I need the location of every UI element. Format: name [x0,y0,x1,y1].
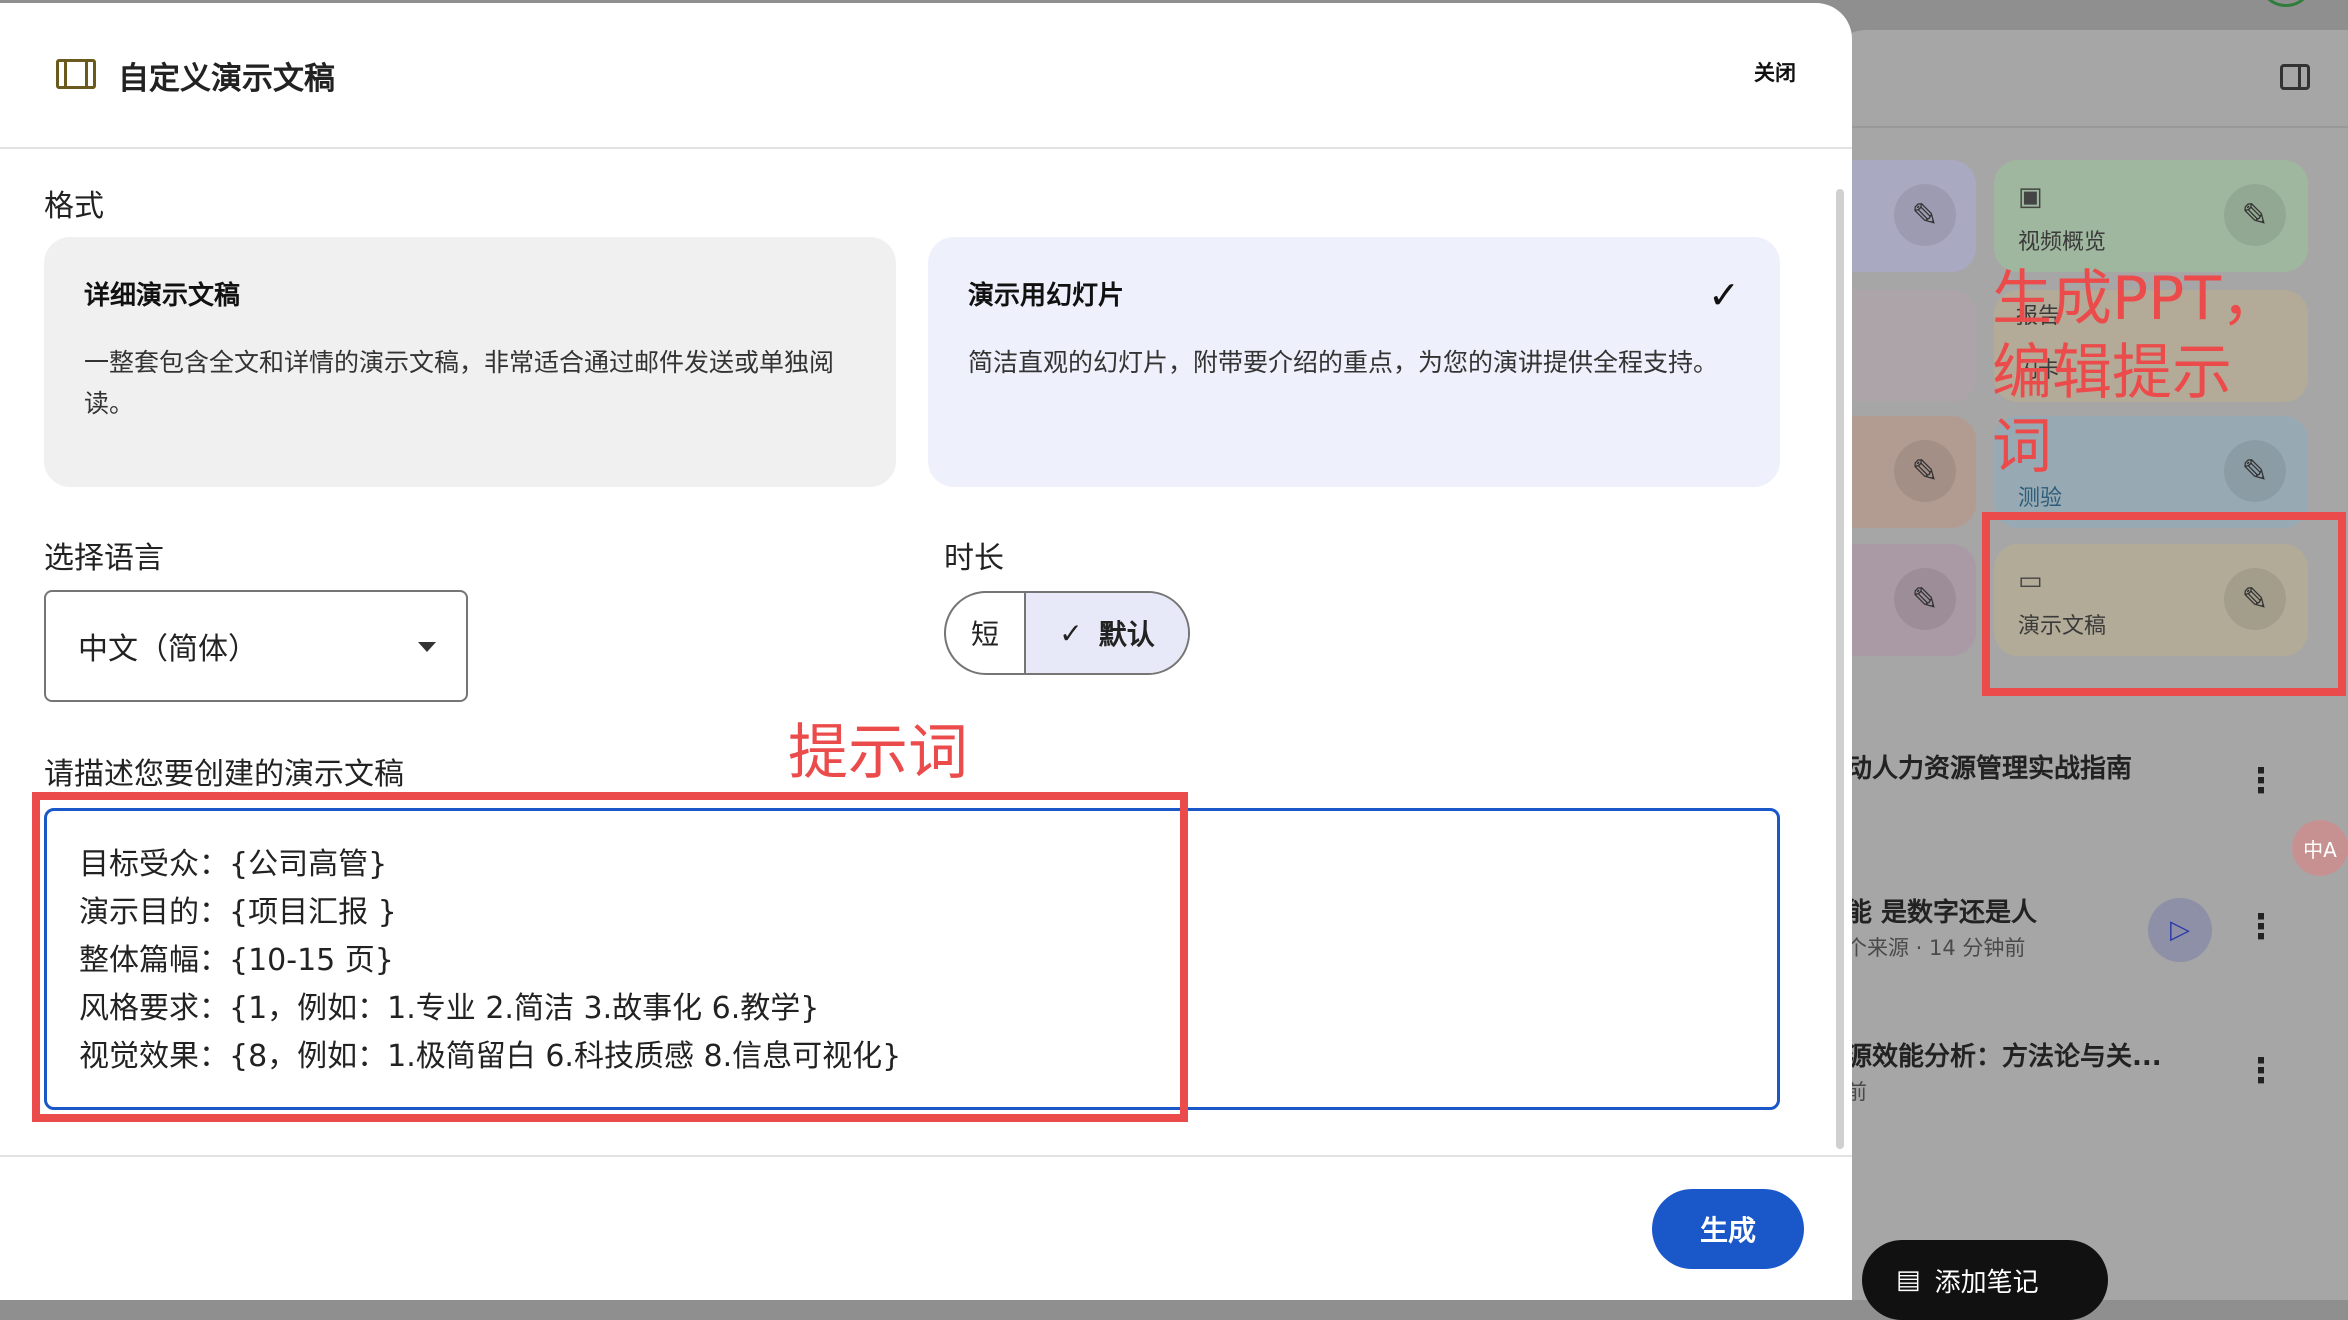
duration-label: 时长 [944,541,1004,576]
option-title: 演示用幻灯片 [968,281,1125,311]
dialog-title: 自定义演示文稿 [118,61,335,97]
annotation-box-slides-tile [1982,512,2346,696]
account-avatar[interactable] [2258,0,2314,7]
note-meta: 个来源 · 14 分钟前 [1846,936,2026,960]
dialog-header: 自定义演示文稿 关闭 [0,3,1852,149]
language-select[interactable]: 中文（简体） [44,590,468,702]
option-desc: 简洁直观的幻灯片，附带要介绍的重点，为您的演讲提供全程支持。 [968,348,1719,377]
tile-label: 测验 [2018,486,2063,511]
note-title[interactable]: 动人力资源管理实战指南 [1846,748,2132,785]
dropdown-caret-icon [418,642,436,652]
studio-tile-video-overview[interactable]: ▣ 视频概览 ✎ [1994,160,2308,272]
more-options-icon[interactable]: ⋮ [2244,1054,2278,1088]
prompt-label: 请描述您要创建的演示文稿 [44,757,404,792]
annotation-box-prompt [32,792,1188,1122]
duration-default-label: 默认 [1098,618,1155,651]
play-icon[interactable]: ▷ [2148,898,2212,962]
check-icon: ✓ [1708,273,1740,317]
slides-icon [56,59,96,89]
add-note-button[interactable]: ▤ 添加笔记 [1862,1240,2108,1320]
pencil-icon[interactable]: ✎ [1894,568,1956,630]
language-label: 选择语言 [44,541,164,576]
pencil-icon[interactable]: ✎ [2224,184,2286,246]
more-options-icon[interactable]: ⋮ [2244,910,2278,944]
generate-button[interactable]: 生成 [1652,1189,1804,1269]
video-icon: ▣ [2018,182,2043,212]
panel-toggle-icon[interactable] [2280,64,2310,90]
pencil-icon[interactable]: ✎ [1894,440,1956,502]
language-value: 中文（简体） [78,632,258,667]
option-desc: 一整套包含全文和详情的演示文稿，非常适合通过邮件发送或单独阅读。 [84,348,835,418]
format-option-detailed[interactable]: 详细演示文稿 一整套包含全文和详情的演示文稿，非常适合通过邮件发送或单独阅读。 [44,237,896,487]
duration-toggle: 短 ✓ 默认 [944,591,1190,675]
close-button[interactable]: 关闭 [1754,57,1796,87]
duration-short-option[interactable]: 短 [946,593,1026,673]
annotation-ppt-note: 生成PPT， 编辑提示 词 [1992,264,2282,482]
duration-default-option[interactable]: ✓ 默认 [1026,593,1188,673]
annotation-prompt-note: 提示词 [788,718,968,788]
note-title[interactable]: 能 是数字还是人 [1846,892,2037,929]
option-title: 详细演示文稿 [84,281,241,311]
pencil-icon[interactable]: ✎ [1894,184,1956,246]
scrollbar[interactable] [1836,189,1844,1149]
format-option-presenter-slides[interactable]: 演示用幻灯片 简洁直观的幻灯片，附带要介绍的重点，为您的演讲提供全程支持。 ✓ [928,237,1780,487]
format-label: 格式 [44,189,104,224]
divider [0,1155,1852,1157]
add-note-label: 添加笔记 [1934,1267,2039,1298]
check-icon: ✓ [1059,616,1083,650]
note-icon: ▤ [1896,1265,1921,1295]
note-title[interactable]: 源效能分析：方法论与关... [1846,1036,2162,1073]
tile-label: 视频概览 [2018,230,2107,255]
translate-icon[interactable]: 中A [2292,820,2348,876]
more-options-icon[interactable]: ⋮ [2244,764,2278,798]
divider [1830,126,2348,128]
